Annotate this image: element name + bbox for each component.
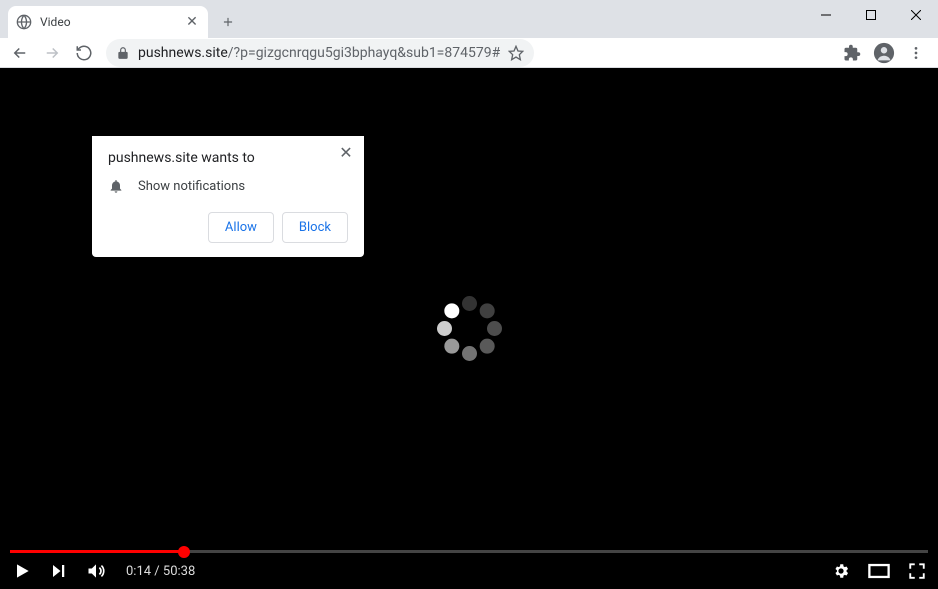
- window-controls: [803, 0, 938, 30]
- loading-spinner: [434, 294, 504, 364]
- permission-item: Show notifications: [108, 178, 348, 194]
- toolbar-right: [840, 41, 932, 65]
- page-content: 0:14 / 50:38 ✕ pushnews.site wants to Sh…: [0, 68, 938, 589]
- bookmark-star-icon[interactable]: [508, 45, 524, 61]
- spinner-dot: [444, 339, 459, 354]
- play-button[interactable]: [12, 561, 32, 581]
- block-button[interactable]: Block: [282, 212, 348, 243]
- browser-toolbar: pushnews.site/?p=gizgcnrqgu5gi3bphayq&su…: [0, 38, 938, 68]
- time-display: 0:14 / 50:38: [126, 564, 195, 579]
- window-titlebar: Video ✕: [0, 0, 938, 38]
- next-button[interactable]: [50, 562, 68, 580]
- spinner-dot: [479, 339, 494, 354]
- permission-prompt: ✕ pushnews.site wants to Show notificati…: [92, 136, 364, 257]
- permission-actions: Allow Block: [108, 212, 348, 243]
- forward-button[interactable]: [38, 39, 66, 67]
- permission-title: pushnews.site wants to: [108, 150, 348, 166]
- time-duration: 50:38: [163, 564, 195, 579]
- tab-title: Video: [40, 15, 176, 29]
- spinner-dot: [487, 321, 502, 336]
- time-current: 0:14: [126, 564, 151, 579]
- settings-button[interactable]: [832, 562, 850, 580]
- video-controls: 0:14 / 50:38: [0, 553, 938, 589]
- address-bar[interactable]: pushnews.site/?p=gizgcnrqgu5gi3bphayq&su…: [106, 39, 534, 67]
- permission-item-label: Show notifications: [138, 179, 245, 194]
- lock-icon: [116, 46, 130, 60]
- browser-tab[interactable]: Video ✕: [8, 6, 208, 38]
- reload-button[interactable]: [70, 39, 98, 67]
- window-maximize-button[interactable]: [848, 0, 893, 30]
- globe-icon: [16, 14, 32, 30]
- permission-close-icon[interactable]: ✕: [336, 142, 356, 162]
- url-path: /?p=gizgcnrqgu5gi3bphayq&sub1=874579#: [228, 45, 500, 61]
- spinner-dot: [444, 303, 459, 318]
- extensions-icon[interactable]: [840, 41, 864, 65]
- controls-row: 0:14 / 50:38: [0, 553, 938, 589]
- spinner-dot: [437, 321, 452, 336]
- volume-button[interactable]: [86, 561, 106, 581]
- tab-close-icon[interactable]: ✕: [184, 14, 200, 30]
- back-button[interactable]: [6, 39, 34, 67]
- fullscreen-button[interactable]: [908, 562, 926, 580]
- spinner-dot: [462, 346, 477, 361]
- allow-button[interactable]: Allow: [208, 212, 274, 243]
- theater-mode-button[interactable]: [868, 562, 890, 580]
- bell-icon: [108, 178, 124, 194]
- window-minimize-button[interactable]: [803, 0, 848, 30]
- new-tab-button[interactable]: [214, 8, 242, 36]
- url-host: pushnews.site: [138, 45, 228, 61]
- spinner-dot: [479, 303, 494, 318]
- menu-icon[interactable]: [904, 41, 928, 65]
- url-text: pushnews.site/?p=gizgcnrqgu5gi3bphayq&su…: [138, 45, 500, 61]
- profile-avatar-icon[interactable]: [872, 41, 896, 65]
- spinner-dot: [462, 296, 477, 311]
- time-sep: /: [151, 564, 163, 579]
- window-close-button[interactable]: [893, 0, 938, 30]
